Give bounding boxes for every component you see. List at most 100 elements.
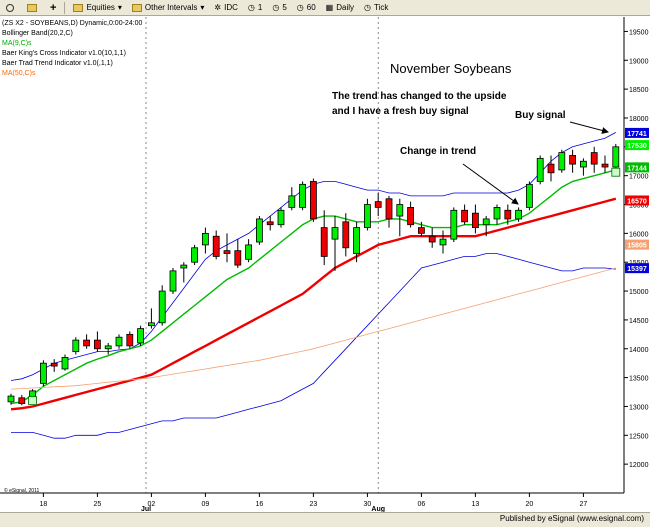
candle-body: [169, 270, 177, 292]
gear-icon: ✲: [214, 3, 222, 12]
clock-icon: ◷: [296, 3, 304, 12]
candle-body: [569, 155, 576, 165]
candle-body: [7, 395, 15, 403]
price-chart[interactable]: 1200012500130001350014000145001500015500…: [0, 17, 650, 512]
x-tick-label: 09: [202, 501, 210, 508]
legend-entry: MA(9,C)s: [2, 40, 32, 47]
y-tick-label: 19500: [629, 29, 649, 36]
candle-body: [137, 328, 145, 344]
candle-body: [115, 336, 123, 347]
candle-body: [61, 357, 69, 370]
candle-body: [461, 209, 469, 223]
candle-body: [180, 264, 188, 269]
clock-icon: ◷: [364, 3, 371, 12]
candle-body: [255, 218, 263, 243]
candle-body: [234, 250, 242, 266]
price-tag-label: 16570: [627, 198, 647, 205]
candle-body: [439, 238, 447, 246]
candle-body: [482, 218, 490, 226]
folder-icon: [131, 3, 142, 12]
status-bar: Published by eSignal (www.esignal.com): [0, 512, 650, 527]
candle-body: [277, 209, 285, 226]
interval-60-button[interactable]: ◷ 60: [293, 0, 320, 15]
x-tick-label: 23: [310, 501, 318, 508]
candle-body: [288, 195, 296, 208]
interval-5-button[interactable]: ◷ 5: [268, 0, 290, 15]
candle-body: [515, 209, 522, 220]
legend-entry: Bollinger Band(20,2,C): [2, 30, 73, 37]
y-tick-label: 16000: [629, 231, 649, 238]
copyright-text: © eSignal, 2011: [4, 487, 40, 494]
candle-body: [428, 235, 436, 243]
clock-icon: ◷: [247, 3, 255, 12]
x-tick-label: 30: [364, 501, 372, 508]
interval-idc-button[interactable]: ✲ IDC: [210, 0, 241, 15]
y-tick-label: 14000: [629, 347, 649, 354]
candle-body: [601, 163, 609, 168]
annotation-text: November Soybeans: [390, 61, 512, 76]
candle-body: [363, 204, 371, 228]
candle-body: [471, 212, 479, 228]
candle-body: [158, 290, 166, 324]
equities-dropdown[interactable]: Equities ▾: [69, 0, 125, 15]
folder-icon[interactable]: [23, 0, 44, 15]
candle-body: [536, 157, 544, 182]
legend-entry: MA(50,C)s: [2, 70, 36, 77]
candle-body: [612, 146, 620, 168]
x-tick-label: 25: [94, 501, 102, 508]
candle-body: [407, 206, 415, 226]
toolbar: + Equities ▾ Other Intervals ▾ ✲ IDC ◷ 1 ◷ 5 …: [0, 0, 650, 16]
candle-body: [450, 209, 458, 240]
legend-entry: (ZS X2 - SOYBEANS,D) Dynamic,0:00-24:00: [2, 20, 143, 27]
y-tick-label: 13500: [629, 376, 649, 383]
candle-body: [126, 333, 134, 347]
x-tick-label: 16: [256, 501, 264, 508]
candle-body: [558, 152, 566, 171]
candle-body: [590, 152, 598, 165]
candle-body: [526, 183, 533, 208]
candle-body: [266, 221, 274, 226]
candle-body: [580, 160, 587, 168]
candle-body: [396, 204, 404, 217]
candle-body: [191, 247, 199, 263]
add-icon[interactable]: +: [46, 0, 60, 15]
candle-body: [50, 362, 58, 367]
candle-body: [18, 397, 26, 404]
zoom-icon[interactable]: [2, 0, 21, 15]
other-intervals-dropdown[interactable]: Other Intervals ▾: [128, 0, 208, 15]
published-by-text: Published by eSignal (www.esignal.com): [499, 514, 644, 523]
y-tick-label: 12000: [629, 462, 649, 469]
x-tick-label: 18: [40, 501, 48, 508]
candle-body: [245, 244, 253, 260]
candle-body: [309, 181, 317, 220]
candle-body: [504, 209, 512, 220]
interval-tick-button[interactable]: ◷ Tick: [360, 0, 392, 15]
folder-icon: [73, 3, 84, 12]
candle-body: [353, 227, 361, 254]
annotation-text: and I have a fresh buy signal: [332, 106, 469, 117]
candle-body: [40, 362, 47, 384]
y-tick-label: 18500: [629, 87, 649, 94]
y-tick-label: 15000: [629, 289, 649, 296]
candle-body: [374, 201, 382, 208]
candle-body: [493, 206, 501, 220]
y-tick-label: 13000: [629, 404, 649, 411]
candle-body: [417, 227, 425, 234]
candle-body: [385, 198, 393, 220]
candle-body: [547, 163, 555, 174]
candle-body: [83, 339, 90, 347]
y-tick-label: 19000: [629, 58, 649, 65]
candle-body: [147, 322, 155, 327]
legend-entry: Baer Trad Trend Indicator v1.0(,1,1): [2, 60, 113, 67]
price-tag-label: 17144: [627, 165, 647, 172]
candle-body: [104, 345, 112, 350]
y-tick-label: 14500: [629, 318, 649, 325]
price-tag-label: 15397: [627, 266, 647, 273]
candle-body: [299, 183, 307, 208]
interval-daily-button[interactable]: ▦ Daily: [322, 0, 358, 15]
candle-body: [320, 227, 328, 257]
interval-1-button[interactable]: ◷ 1: [244, 0, 266, 15]
candle-body: [212, 235, 220, 257]
y-tick-label: 17000: [629, 174, 649, 181]
x-tick-label: 20: [526, 501, 534, 508]
